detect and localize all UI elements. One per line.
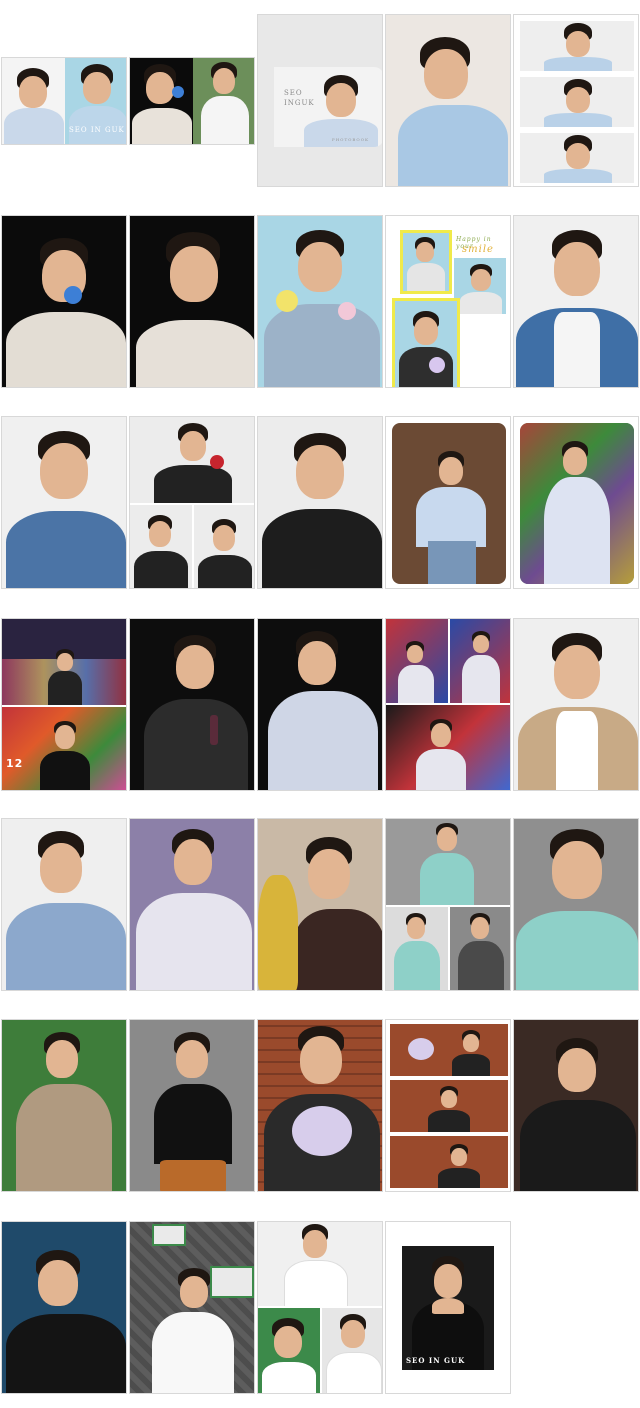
- photocard-r5c3: [257, 818, 383, 991]
- photo-glasses-portrait: [2, 58, 65, 144]
- photocard-r4c5: [513, 618, 639, 791]
- blue-flower-icon: [172, 86, 184, 98]
- photocard-r2c1: [1, 215, 127, 388]
- photo-cover-portrait: SEO INGUK PHOTOBOOK: [274, 67, 382, 147]
- lavender-bouquet-icon: [292, 1106, 352, 1156]
- wall-frame-2: [210, 1266, 254, 1298]
- seo-title-line1: SEO: [284, 89, 303, 97]
- photocard-sheet: { "card_texts": { "seo_inguk_logo": "SEO…: [0, 0, 640, 1408]
- photocard-r7c3-collage: [257, 1221, 383, 1394]
- photocard-r3c1: [1, 416, 127, 589]
- pink-flower-icon: [338, 302, 356, 320]
- photocard-r1c5-triptych: [513, 14, 639, 187]
- photocard-r5c5: [513, 818, 639, 991]
- photo-stage-right: [450, 619, 510, 703]
- photocard-r3c2-collage: [129, 416, 255, 589]
- photocard-r2c3: [257, 215, 383, 388]
- photo-stage-colorful: [520, 423, 634, 584]
- photocard-r4c1-collage: 12: [1, 618, 127, 791]
- photo-strip-1: [520, 21, 634, 71]
- photocard-r3c3: [257, 416, 383, 589]
- photo-blue-background: SEO IN GUK: [65, 58, 126, 144]
- photocard-r7c4-framed: SEO IN GUK: [385, 1221, 511, 1394]
- photo-collage-2: [454, 258, 506, 314]
- photo-brick-3: [390, 1136, 508, 1188]
- photocard-r4c4-collage: [385, 618, 511, 791]
- photo-stage-left: [386, 619, 448, 703]
- photo-collage-1: [400, 230, 452, 294]
- red-flower-icon: [210, 455, 224, 469]
- photo-white-shirt-left: [258, 1308, 320, 1393]
- photocard-r5c2: [129, 818, 255, 991]
- seo-inguk-logo-text: SEO IN GUK: [69, 126, 125, 134]
- heart-hands-icon: [432, 1298, 464, 1314]
- photocard-r5c4-collage: [385, 818, 511, 991]
- photocard-r6c2: [129, 1019, 255, 1192]
- photocard-r4c3: [257, 618, 383, 791]
- photocard-r2c5: [513, 215, 639, 388]
- photocard-r1c1: SEO IN GUK: [1, 57, 127, 145]
- photocard-r2c4-collage: Happy in your smile: [385, 215, 511, 388]
- lavender-flower-icon: [429, 357, 445, 373]
- photo-white-shirt-top: [258, 1222, 382, 1306]
- photocard-r5c1: [1, 818, 127, 991]
- photocard-r3c5: [513, 416, 639, 589]
- photo-strip-3: [520, 133, 634, 183]
- photo-mint-top: [386, 819, 510, 905]
- photo-concert-crowd: [2, 619, 126, 705]
- photocard-r4c2: [129, 618, 255, 791]
- smile-text: smile: [462, 244, 494, 255]
- yellow-flower-icon: [276, 290, 298, 312]
- photo-blue-flower-black: [130, 58, 193, 144]
- photo-collage-3: [392, 298, 460, 387]
- photo-brick-1: [390, 1024, 508, 1076]
- photobook-label: PHOTOBOOK: [332, 137, 369, 142]
- seo-title-line2: INGUK: [284, 99, 315, 107]
- photocard-r6c4-collage: [385, 1019, 511, 1192]
- photocard-r6c1: [1, 1019, 127, 1192]
- wall-frame-1: [152, 1224, 186, 1246]
- microphone-icon: [210, 715, 218, 745]
- photocard-r6c3: [257, 1019, 383, 1192]
- photo-red-flower-left: [130, 505, 192, 588]
- photo-white-shirt-right: [322, 1308, 382, 1393]
- photo-outdoor-white-tee: [193, 58, 254, 144]
- photo-mint-left: [386, 907, 448, 990]
- seo-in-guk-caption: SEO IN GUK: [406, 1356, 466, 1365]
- photocard-r6c5: [513, 1019, 639, 1192]
- stage-number-text: 12: [6, 757, 24, 770]
- photocard-r1c2: [129, 57, 255, 145]
- photocard-r7c1: [1, 1221, 127, 1394]
- photo-gray-right: [450, 907, 510, 990]
- photo-brick-2: [390, 1080, 508, 1132]
- photo-heart-hands-stage: 12: [2, 707, 126, 790]
- photo-stage-bottom: [386, 705, 510, 790]
- blue-flower-icon: [64, 286, 82, 304]
- photo-red-flower-right: [194, 505, 254, 588]
- photo-cafe-selfie: [392, 423, 506, 584]
- photocard-r7c2: [129, 1221, 255, 1394]
- photocard-r1c4: [385, 14, 511, 187]
- photo-red-flower-top: [130, 417, 254, 503]
- photo-strip-2: [520, 77, 634, 127]
- photocard-r3c4: [385, 416, 511, 589]
- photo-heart-hands: SEO IN GUK: [402, 1246, 494, 1370]
- photocard-r1c3-folder: SEO INGUK PHOTOBOOK: [257, 14, 383, 187]
- gold-balloon: [258, 875, 298, 990]
- photocard-r2c2: [129, 215, 255, 388]
